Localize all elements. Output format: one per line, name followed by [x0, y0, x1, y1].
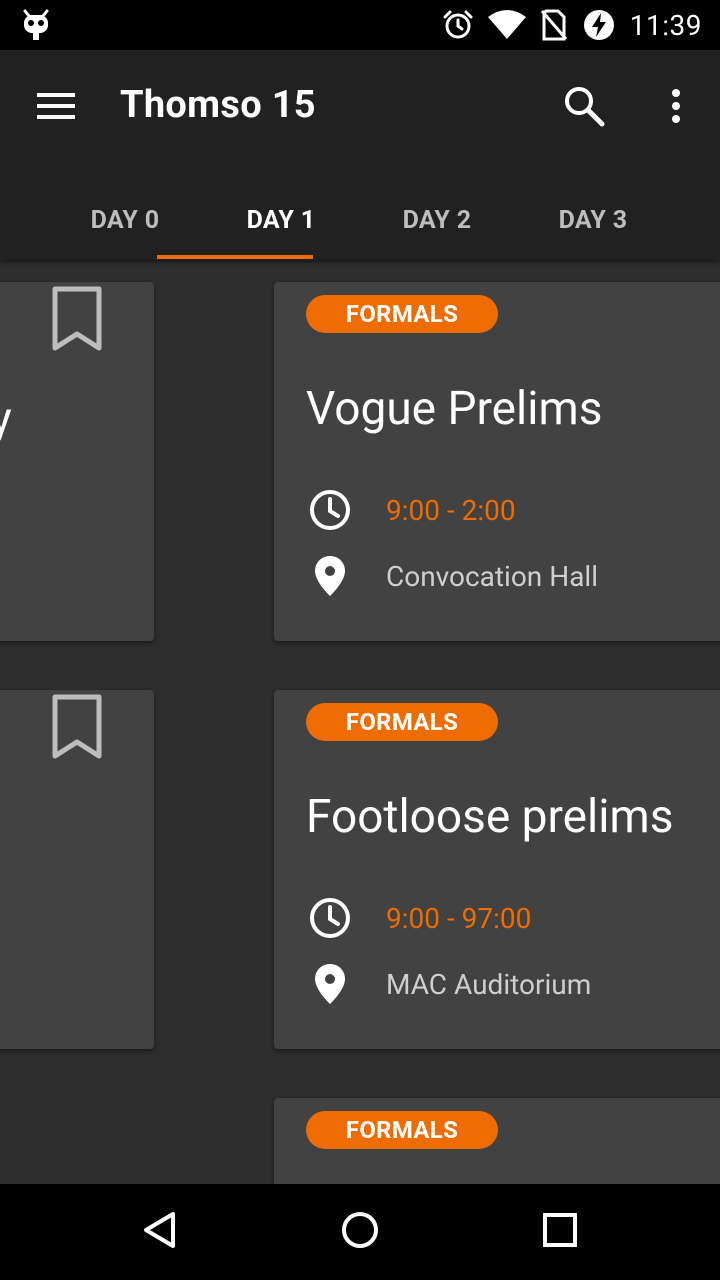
alarm-icon [442, 9, 474, 41]
status-icons: 11:39 [442, 6, 702, 44]
category-badge: FORMALS [306, 1111, 498, 1149]
event-title: Vogue Prelims [306, 382, 603, 436]
event-title: Footloose prelims [306, 790, 674, 844]
day-tabs: DAY 0 DAY 1 DAY 2 DAY 3 [0, 180, 720, 260]
back-button[interactable] [120, 1198, 200, 1266]
category-badge: FORMALS [306, 703, 498, 741]
menu-button[interactable] [28, 80, 84, 136]
event-card[interactable]: FORMALS Footloose prelims 9:00 - 97:00 M… [274, 690, 720, 1049]
event-card[interactable]: FORMALS Vogue Prelims 9:00 - 2:00 Convoc… [274, 282, 720, 641]
cyanogen-bug-icon [22, 9, 50, 41]
event-venue-row: MAC Auditorium [306, 960, 591, 1008]
event-venue: MAC Auditorium [386, 967, 592, 1001]
tab-day-3[interactable]: DAY 3 [515, 180, 671, 260]
event-time-row: 9:00 - 2:00 [306, 486, 516, 534]
menu-icon [36, 91, 76, 125]
tab-day-2[interactable]: DAY 2 [359, 180, 515, 260]
tab-day-0[interactable]: DAY 0 [47, 180, 203, 260]
clock-icon [306, 894, 354, 942]
more-options-button[interactable] [652, 80, 700, 136]
partial-card-text: y [0, 392, 12, 446]
tab-day-1[interactable]: DAY 1 [203, 180, 359, 260]
status-time: 11:39 [629, 8, 702, 42]
more-vert-icon [670, 88, 682, 128]
category-badge: FORMALS [306, 295, 498, 333]
event-time-row: 9:00 - 97:00 [306, 894, 531, 942]
event-time: 9:00 - 97:00 [386, 901, 532, 935]
back-icon [140, 1210, 180, 1254]
clock-icon [306, 486, 354, 534]
event-venue-row: Convocation Hall [306, 552, 598, 600]
home-icon [340, 1210, 380, 1254]
recents-icon [542, 1212, 578, 1252]
home-button[interactable] [320, 1198, 400, 1266]
bookmark-card[interactable]: y [0, 282, 154, 641]
wifi-icon [487, 10, 526, 40]
no-sim-icon [540, 9, 568, 41]
bookmark-icon[interactable] [50, 286, 104, 352]
event-time: 9:00 - 2:00 [386, 493, 516, 527]
bookmark-icon[interactable] [50, 694, 104, 760]
status-bar: 11:39 [0, 0, 720, 50]
search-button[interactable] [556, 80, 612, 136]
recents-button[interactable] [520, 1198, 600, 1266]
battery-charging-icon [582, 8, 616, 42]
app-title: Thomso 15 [120, 83, 316, 127]
location-pin-icon [306, 960, 354, 1008]
app-bar: Thomso 15 DAY 0 DAY 1 DAY 2 DAY 3 [0, 50, 720, 260]
tab-indicator [157, 255, 313, 259]
location-pin-icon [306, 552, 354, 600]
bookmark-card[interactable] [0, 690, 154, 1049]
search-icon [563, 85, 605, 131]
navigation-bar [0, 1184, 720, 1280]
event-venue: Convocation Hall [386, 559, 599, 593]
